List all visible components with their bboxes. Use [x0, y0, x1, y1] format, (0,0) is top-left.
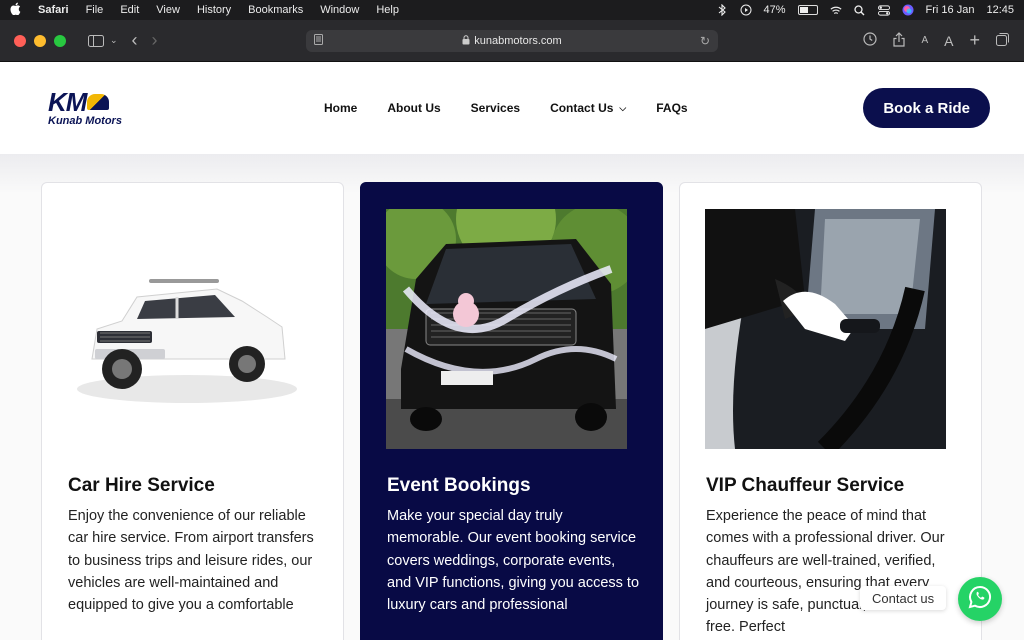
forward-icon[interactable]: › [152, 30, 158, 51]
card-text: Experience the peace of mind that comes … [706, 508, 945, 636]
services-section: Car Hire Service Enjoy the convenience o… [0, 154, 1024, 640]
share-icon[interactable] [893, 31, 906, 50]
apple-menu-icon[interactable] [10, 2, 24, 18]
window-controls [14, 34, 66, 47]
chevron-down-icon[interactable]: ⌄ [110, 35, 118, 46]
page-icon [314, 33, 323, 48]
back-icon[interactable]: ‹ [132, 30, 138, 51]
menu-app-safari[interactable]: Safari [38, 4, 69, 16]
bluetooth-icon[interactable] [716, 4, 728, 16]
book-ride-button[interactable]: Book a Ride [863, 88, 990, 128]
card-title: VIP Chauffeur Service [706, 475, 905, 496]
macos-menu-bar: Safari File Edit View History Bookmarks … [0, 0, 1024, 20]
menu-help[interactable]: Help [376, 4, 399, 16]
text-larger-icon[interactable]: A [944, 33, 953, 49]
menu-file[interactable]: File [86, 4, 104, 16]
service-card-vip-chauffeur[interactable]: VIP Chauffeur Service Experience the pea… [679, 182, 982, 640]
chevron-down-icon: ⌵ [619, 102, 627, 113]
whatsapp-icon [968, 585, 992, 614]
suv-image [67, 209, 308, 449]
control-center-icon[interactable] [877, 4, 890, 16]
safari-toolbar: ⌄ ‹ › kunabmotors.com ↻ A A + [0, 20, 1024, 62]
battery-icon[interactable] [797, 5, 818, 15]
logo-mark: KM [48, 89, 122, 115]
url-text: kunabmotors.com [474, 34, 562, 47]
minimize-window-button[interactable] [34, 34, 46, 47]
card-title: Event Bookings [387, 475, 531, 496]
logo-name: Kunab Motors [48, 115, 122, 127]
address-bar[interactable]: kunabmotors.com ↻ [306, 29, 718, 52]
service-card-event-bookings[interactable]: Event Bookings Make your special day tru… [360, 182, 663, 640]
nav-home[interactable]: Home [324, 101, 357, 115]
sidebar-icon[interactable] [88, 34, 104, 47]
menu-window[interactable]: Window [320, 4, 359, 16]
close-window-button[interactable] [14, 34, 26, 47]
history-clock-icon[interactable] [863, 32, 878, 49]
menu-history[interactable]: History [197, 4, 231, 16]
menubar-time[interactable]: 12:45 [986, 4, 1014, 16]
menu-view[interactable]: View [156, 4, 180, 16]
nav-services[interactable]: Services [471, 101, 520, 115]
contact-us-label[interactable]: Contact us [860, 586, 947, 610]
chauffeur-image [705, 209, 946, 449]
card-text: Make your special day truly memorable. O… [387, 508, 640, 614]
siri-icon[interactable] [902, 4, 914, 16]
zoom-window-button[interactable] [54, 34, 66, 47]
nav-about[interactable]: About Us [387, 101, 440, 115]
whatsapp-chat-button[interactable] [958, 577, 1002, 621]
spotlight-search-icon[interactable] [854, 4, 866, 16]
menu-bookmarks[interactable]: Bookmarks [248, 4, 303, 16]
site-logo[interactable]: KM Kunab Motors [48, 89, 122, 127]
now-playing-icon[interactable] [740, 4, 752, 16]
card-title: Car Hire Service [68, 475, 215, 496]
nav-contact-label: Contact Us [550, 101, 614, 115]
text-smaller-icon[interactable]: A [921, 35, 928, 46]
menubar-date[interactable]: Fri 16 Jan [926, 4, 975, 16]
lock-icon [462, 34, 470, 47]
site-header: KM Kunab Motors Home About Us Services C… [0, 62, 1024, 154]
battery-percent: 47% [763, 4, 786, 16]
car-icon [87, 94, 110, 110]
nav-contact[interactable]: Contact Us ⌵ [550, 101, 626, 115]
nav-faqs[interactable]: FAQs [656, 101, 687, 115]
service-card-car-hire[interactable]: Car Hire Service Enjoy the convenience o… [41, 182, 344, 640]
card-text: Enjoy the convenience of our reliable ca… [68, 508, 314, 614]
tab-overview-icon[interactable] [996, 32, 1010, 49]
wedding-car-image [386, 209, 627, 449]
new-tab-icon[interactable]: + [969, 30, 980, 51]
main-nav: Home About Us Services Contact Us ⌵ FAQs [324, 62, 688, 154]
wifi-icon[interactable] [830, 4, 842, 16]
reload-icon[interactable]: ↻ [700, 34, 710, 48]
menu-edit[interactable]: Edit [120, 4, 139, 16]
